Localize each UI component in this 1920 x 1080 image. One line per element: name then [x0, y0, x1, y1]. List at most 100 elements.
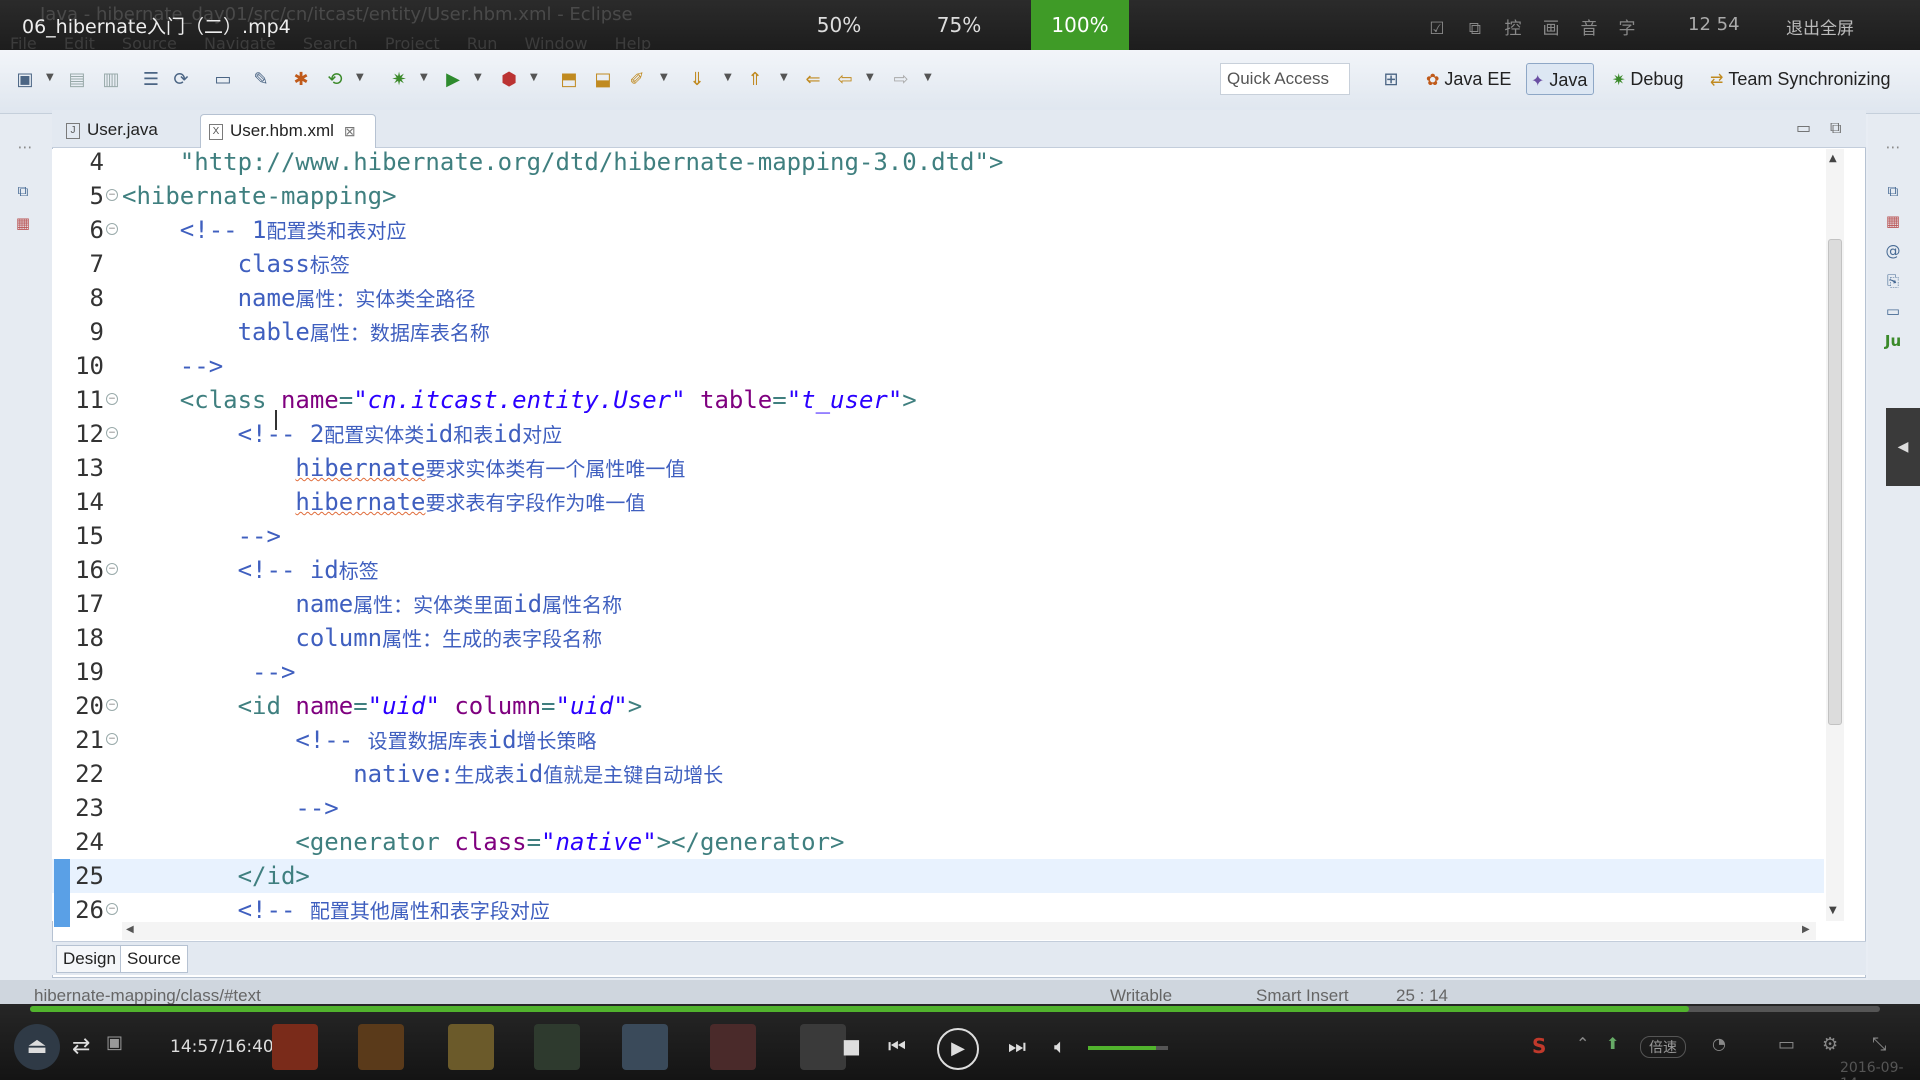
code-line[interactable]: 5− <hibernate-mapping> [52, 179, 1824, 213]
tab-user-hbm-xml[interactable]: X User.hbm.xml ⊠ [200, 114, 376, 148]
folder-icon[interactable] [448, 1024, 494, 1070]
prev-annotation-icon[interactable]: ⇑ [742, 66, 768, 92]
scroll-left-icon[interactable]: ◀ [126, 924, 134, 935]
fold-toggle-icon[interactable]: − [106, 189, 118, 201]
code-line[interactable]: 18 column属性：生成的表字段名称 [52, 621, 1824, 655]
code-line[interactable]: 23 --> [52, 791, 1824, 825]
audio-button[interactable]: 音 [1570, 14, 1608, 39]
external-tools-icon[interactable]: ⬢ [496, 66, 522, 92]
collapse-side-panel-button[interactable]: ◀ [1886, 408, 1920, 486]
drag-handle-icon[interactable]: ⋯ [1882, 136, 1904, 158]
chevron-down-icon[interactable]: ▼ [780, 72, 788, 83]
open-type-icon[interactable]: ⬒ [556, 66, 582, 92]
fold-toggle-icon[interactable]: − [106, 563, 118, 575]
code-line[interactable]: 8 name属性：实体类全路径 [52, 281, 1824, 315]
zoom-100-button[interactable]: 100% [1031, 0, 1129, 50]
taskbar-window-icon[interactable]: ▣ [106, 1032, 123, 1053]
code-line[interactable]: 24 <generator class="native"></generator… [52, 825, 1824, 859]
last-edit-icon[interactable]: ⇐ [800, 66, 826, 92]
taskbar-app-icon[interactable] [358, 1024, 404, 1070]
picture-button[interactable]: 画 [1532, 14, 1570, 39]
taskbar-app-icon[interactable] [622, 1024, 668, 1070]
tab-source[interactable]: Source [120, 945, 188, 973]
taskbar-app-icon[interactable] [800, 1024, 846, 1070]
pin-icon[interactable]: ✎ [248, 66, 274, 92]
code-line[interactable]: 13 hibernate要求实体类有一个属性唯一值 [52, 451, 1824, 485]
perspective-java-ee[interactable]: ✿ Java EE [1422, 63, 1517, 95]
exit-fullscreen-button[interactable]: 退出全屏 [1786, 14, 1854, 39]
code-line[interactable]: 21− <!-- 设置数据库表id增长策略 [52, 723, 1824, 757]
books-icon[interactable] [710, 1024, 756, 1070]
fold-toggle-icon[interactable]: − [106, 427, 118, 439]
chevron-down-icon[interactable]: ▼ [474, 72, 482, 83]
perspective-team-synchronizing[interactable]: ⇄ Team Synchronizing [1706, 63, 1897, 95]
maximize-icon[interactable]: ⧉ [1830, 118, 1841, 138]
code-line[interactable]: 25 </id> [52, 859, 1824, 893]
restore-icon[interactable]: ⧉ [12, 180, 34, 202]
chevron-down-icon[interactable]: ▼ [530, 72, 538, 83]
player-logo-icon[interactable]: ⏏ [14, 1024, 60, 1070]
code-line[interactable]: 9 table属性：数据库表名称 [52, 315, 1824, 349]
code-line[interactable]: 10 --> [52, 349, 1824, 383]
forward-icon[interactable]: ⇨ [888, 66, 914, 92]
vertical-scrollbar[interactable]: ▲ ▼ [1826, 149, 1844, 921]
perspective-debug[interactable]: ✷ Debug [1608, 63, 1689, 95]
package-explorer-icon[interactable]: ▦ [12, 212, 34, 234]
code-line[interactable]: 11− <class name="cn.itcast.entity.User" … [52, 383, 1824, 417]
back-icon[interactable]: ⇦ [832, 66, 858, 92]
quick-access-input[interactable]: Quick Access [1220, 63, 1350, 95]
horizontal-scrollbar[interactable]: ◀ ▶ [122, 922, 1816, 940]
xml-source-editor[interactable]: 4 "http://www.hibernate.org/dtd/hibernat… [52, 149, 1824, 921]
scroll-right-icon[interactable]: ▶ [1802, 924, 1810, 935]
build-icon[interactable]: ✱ [288, 66, 314, 92]
open-perspective-icon[interactable]: ⊞ [1378, 66, 1404, 92]
code-line[interactable]: 20− <id name="uid" column="uid"> [52, 689, 1824, 723]
run-icon[interactable]: ▶ [440, 66, 466, 92]
open-folder-icon[interactable]: ⬓ [590, 66, 616, 92]
input-method-icon[interactable]: S [1532, 1034, 1546, 1058]
code-line[interactable]: 7 class标签 [52, 247, 1824, 281]
code-line[interactable]: 15 --> [52, 519, 1824, 553]
javadoc-icon[interactable]: @ [1882, 240, 1904, 262]
tab-user-java[interactable]: J User.java [58, 114, 198, 148]
drag-handle-icon[interactable]: ⋯ [14, 136, 36, 158]
control-button[interactable]: 控 [1494, 14, 1532, 39]
refresh-icon[interactable]: ⟳ [168, 66, 194, 92]
taskbar-app-icon[interactable] [272, 1024, 318, 1070]
next-annotation-icon[interactable]: ⇓ [684, 66, 710, 92]
scroll-down-icon[interactable]: ▼ [1829, 905, 1837, 916]
new-icon[interactable]: ▣ [12, 66, 38, 92]
search-icon[interactable]: ✐ [624, 66, 650, 92]
window-icon[interactable]: ⧉ [1456, 19, 1494, 39]
code-line[interactable]: 19 --> [52, 655, 1824, 689]
chevron-down-icon[interactable]: ▼ [420, 72, 428, 83]
settings-icon[interactable]: ⚙ [1822, 1034, 1838, 1055]
volume-slider[interactable] [1088, 1046, 1168, 1050]
playback-speed-button[interactable]: 倍速 [1640, 1036, 1686, 1058]
code-line[interactable]: 12− <!-- 2配置实体类id和表id对应 [52, 417, 1824, 451]
console-view-icon[interactable]: ▭ [1882, 300, 1904, 322]
tray-network-icon[interactable]: ⬆ [1606, 1034, 1619, 1053]
debug-icon[interactable]: ✷ [386, 66, 412, 92]
video-progress-bar[interactable] [30, 1006, 1880, 1012]
screenshot-icon[interactable]: ☑ [1418, 19, 1456, 39]
code-line[interactable]: 17 name属性：实体类里面id属性名称 [52, 587, 1824, 621]
code-line[interactable]: 14 hibernate要求表有字段作为唯一值 [52, 485, 1824, 519]
perspective-java[interactable]: ✦ Java [1526, 63, 1595, 95]
loop-icon[interactable]: ⇄ [72, 1034, 90, 1059]
fold-toggle-icon[interactable]: − [106, 699, 118, 711]
taskbar-app-icon[interactable] [534, 1024, 580, 1070]
stop-icon[interactable]: ■ [842, 1034, 861, 1058]
chevron-down-icon[interactable]: ▼ [660, 72, 668, 83]
code-line[interactable]: 26− <!-- 配置其他属性和表字段对应 [52, 893, 1824, 921]
declaration-icon[interactable]: ⎘ [1882, 270, 1904, 292]
chevron-down-icon[interactable]: ▼ [866, 72, 874, 83]
subtitle-button[interactable]: 字 [1608, 14, 1646, 39]
zoom-50-button[interactable]: 50% [791, 0, 887, 50]
code-line[interactable]: 22 native:生成表id值就是主键自动增长 [52, 757, 1824, 791]
console-icon[interactable]: ▭ [210, 66, 236, 92]
next-icon[interactable]: ⏭ [1008, 1034, 1026, 1058]
tray-arrow-icon[interactable]: ⌃ [1576, 1034, 1589, 1053]
scroll-up-icon[interactable]: ▲ [1829, 153, 1837, 164]
save-all-icon[interactable]: ▥ [98, 66, 124, 92]
